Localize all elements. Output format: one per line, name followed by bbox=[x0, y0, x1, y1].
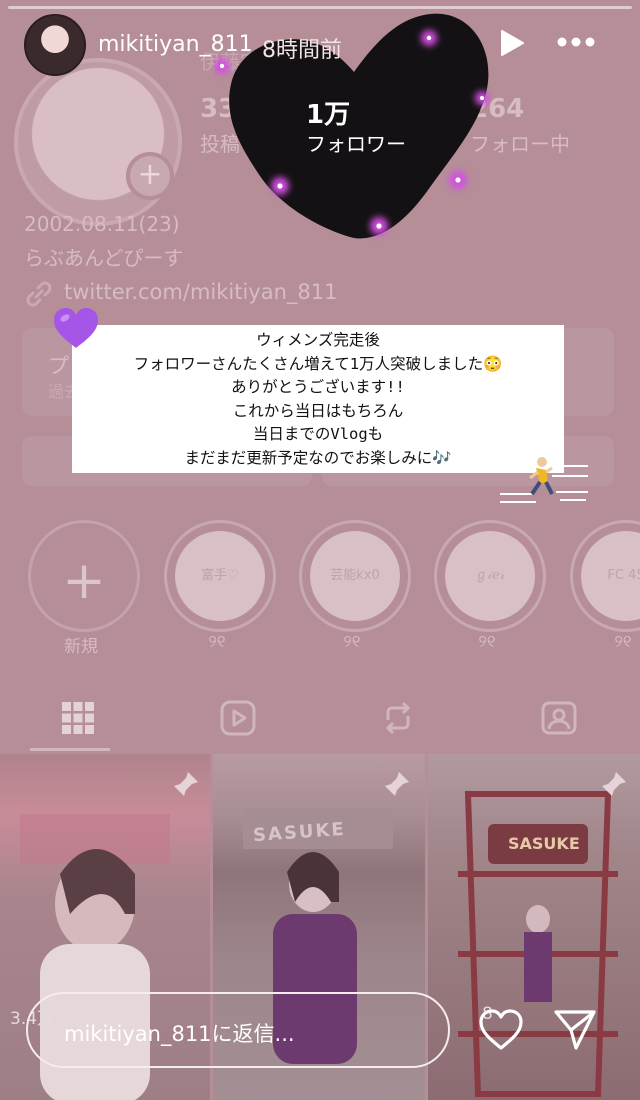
post-3-sign-text: SASUKE bbox=[508, 834, 580, 853]
running-woman-icon bbox=[500, 453, 588, 503]
story-text-line-2: フォロワーさんたくさん増えて1万人突破しました😳 bbox=[133, 354, 503, 373]
play-icon[interactable] bbox=[496, 28, 526, 58]
story-text-line-3: ありがとうございます!! bbox=[231, 378, 405, 397]
highlight-label-1: ୨୧ bbox=[208, 632, 226, 652]
pin-icon bbox=[602, 772, 626, 796]
link-icon bbox=[26, 281, 52, 307]
tagged-icon bbox=[541, 701, 577, 735]
story-username[interactable]: mikitiyan_811 bbox=[98, 32, 253, 57]
pin-icon bbox=[174, 772, 198, 796]
story-timestamp: 8時間前 bbox=[262, 38, 342, 63]
highlight-label-new: 新規 bbox=[64, 637, 98, 657]
highlight-cover-3: ℊ𝒾ℯ𝓇 bbox=[445, 531, 535, 621]
bio-birthdate: 2002.08.11(23) bbox=[24, 212, 180, 236]
highlight-label-4: ୨୧ bbox=[614, 632, 632, 652]
story-text-line-1: ウィメンズ完走後 bbox=[256, 331, 380, 349]
purple-heart-icon bbox=[54, 308, 98, 348]
followers-label-overlay: フォロワー bbox=[306, 132, 406, 156]
reply-placeholder: mikitiyan_811に返信... bbox=[64, 1022, 295, 1046]
panel-title-fragment: プ bbox=[48, 354, 69, 378]
grid-icon bbox=[62, 702, 94, 734]
profile-avatar bbox=[14, 58, 182, 226]
plus-icon: + bbox=[62, 551, 106, 611]
highlight-new: + bbox=[28, 520, 140, 632]
bio-link: twitter.com/mikitiyan_811 bbox=[64, 280, 338, 304]
reply-input[interactable]: mikitiyan_811に返信... bbox=[26, 992, 450, 1068]
highlight-cover-4: FC 45 bbox=[581, 531, 640, 621]
heart-like-icon[interactable] bbox=[478, 1008, 524, 1052]
bio-text: らぶあんどぴーす bbox=[24, 246, 184, 270]
story-text-line-4: これから当日はもちろん bbox=[232, 401, 404, 420]
highlight-2: 芸能kx0 bbox=[299, 520, 411, 632]
story-text-line-6: まだまだ更新予定なのでお楽しみに🎶 bbox=[184, 448, 452, 467]
highlight-4: FC 45 bbox=[570, 520, 640, 632]
highlight-label-2: ୨୧ bbox=[343, 632, 361, 652]
active-tab-indicator bbox=[30, 748, 110, 751]
grid-post-3: SASUKE 8 bbox=[428, 754, 640, 1100]
more-horizontal-icon[interactable] bbox=[556, 30, 596, 54]
post-3-photo bbox=[458, 791, 618, 1097]
highlight-cover-2: 芸能kx0 bbox=[310, 531, 400, 621]
highlight-cover-1: 富手♡ bbox=[175, 531, 265, 621]
pin-icon bbox=[385, 772, 409, 796]
highlight-3: ℊ𝒾ℯ𝓇 bbox=[434, 520, 546, 632]
story-text-line-5: 当日までのVlogも bbox=[252, 425, 384, 444]
repost-icon bbox=[385, 701, 411, 735]
reels-icon bbox=[220, 700, 256, 736]
followers-count-overlay: 1万 bbox=[306, 100, 351, 130]
story-avatar[interactable] bbox=[24, 14, 86, 76]
story-progress-bar bbox=[8, 6, 632, 9]
story-viewer: + 伊藤実希 332 投稿 1万 フォロワー 264 フォロー中 2002.08… bbox=[0, 0, 640, 1100]
highlight-1: 富手♡ bbox=[164, 520, 276, 632]
send-icon[interactable] bbox=[552, 1006, 598, 1052]
add-story-plus-icon: + bbox=[126, 152, 174, 200]
highlight-label-3: ୨୧ bbox=[478, 632, 496, 652]
story-text-box: ウィメンズ完走後 フォロワーさんたくさん増えて1万人突破しました😳 ありがとうご… bbox=[72, 325, 564, 473]
